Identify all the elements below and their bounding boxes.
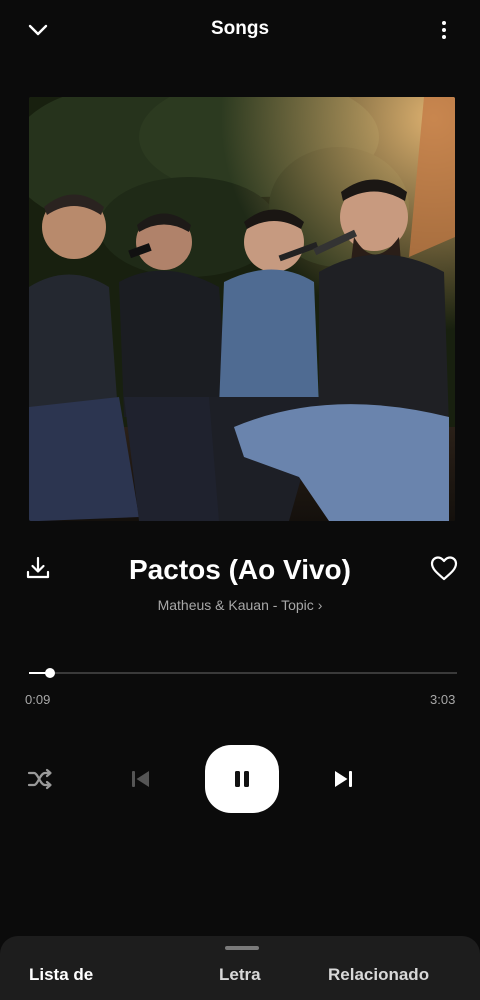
progress-slider[interactable] [29,667,457,679]
track-info-row: Pactos (Ao Vivo) [0,548,480,596]
shuffle-button[interactable] [22,761,58,797]
top-bar: Songs [0,0,480,62]
skip-previous-icon [132,771,149,787]
artist-link[interactable]: Matheus & Kauan - Topic › [0,597,480,613]
skip-next-icon [335,771,352,787]
sheet-drag-handle[interactable] [225,946,259,950]
progress-thumb[interactable] [45,668,55,678]
tab-related[interactable]: Relacionado [328,965,429,985]
more-options-button[interactable] [426,12,462,48]
bottom-sheet[interactable]: Lista de Letra Relacionado [0,936,480,1000]
progress-track [29,672,457,674]
heart-icon [430,556,458,581]
more-vertical-icon [442,21,446,39]
shuffle-icon [27,768,52,790]
elapsed-time: 0:09 [25,692,51,707]
song-title: Pactos (Ao Vivo) [129,554,351,585]
artist-name: Matheus & Kauan - Topic [157,597,314,613]
previous-button[interactable] [122,761,158,797]
like-button[interactable] [424,548,464,588]
page-title: Songs [210,18,270,39]
pause-icon [235,771,249,787]
tab-lyrics[interactable]: Letra [219,965,261,985]
album-artwork [29,97,455,521]
chevron-right-icon: › [317,597,323,613]
next-button[interactable] [326,761,362,797]
play-pause-button[interactable] [205,745,279,813]
total-duration: 3:03 [430,692,456,707]
tab-up-next[interactable]: Lista de [29,965,93,985]
